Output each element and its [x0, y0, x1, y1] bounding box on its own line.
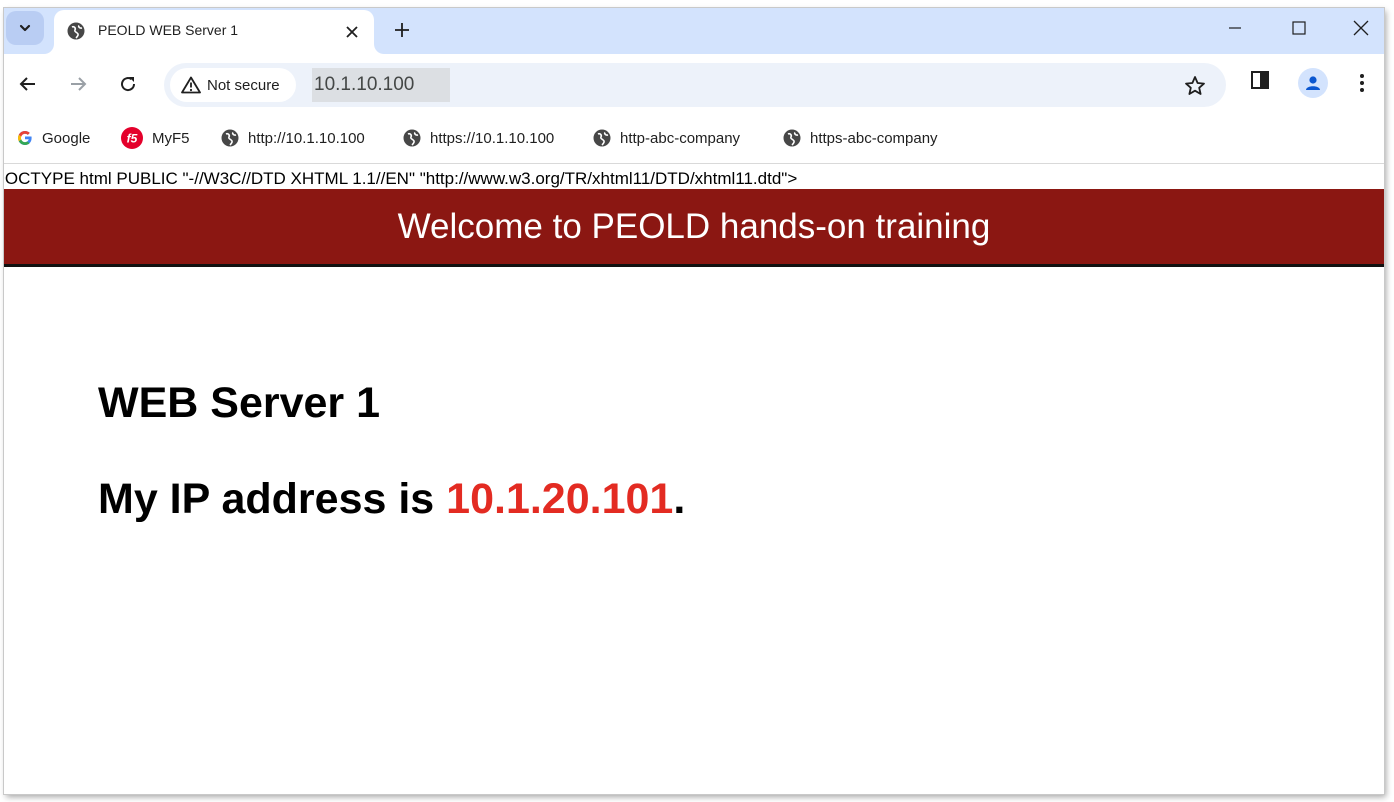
- bookmark-https-ip[interactable]: https://10.1.10.100: [402, 126, 554, 150]
- bookmark-label: MyF5: [152, 129, 190, 147]
- more-vertical-icon: [1360, 74, 1364, 92]
- svg-text:f5: f5: [127, 132, 138, 146]
- side-panel-icon: [1251, 71, 1269, 89]
- banner-text: Welcome to PEOLD hands-on training: [397, 206, 991, 246]
- profile-button[interactable]: [1298, 68, 1328, 98]
- ip-suffix: .: [673, 475, 686, 523]
- bookmark-http-abc[interactable]: http-abc-company: [592, 126, 740, 150]
- ip-prefix: My IP address is: [98, 475, 447, 523]
- bookmark-star-button[interactable]: [1182, 73, 1208, 99]
- forward-button[interactable]: [62, 68, 94, 100]
- google-icon: [18, 131, 32, 145]
- bookmark-label: https-abc-company: [810, 129, 938, 147]
- warning-icon: [181, 76, 201, 94]
- f5-icon: f5: [121, 127, 143, 149]
- avatar-icon: [1306, 76, 1320, 90]
- tab-active[interactable]: PEOLD WEB Server 1: [54, 10, 374, 54]
- close-icon: [1353, 20, 1369, 36]
- security-chip[interactable]: Not secure: [170, 68, 296, 102]
- globe-icon: [403, 129, 421, 147]
- new-tab-button[interactable]: [388, 16, 416, 44]
- bookmark-label: http://10.1.10.100: [248, 129, 365, 147]
- menu-button[interactable]: [1352, 68, 1372, 98]
- star-icon: [1185, 76, 1205, 95]
- security-label: Not secure: [207, 77, 280, 94]
- minimize-button[interactable]: [1212, 12, 1258, 44]
- welcome-banner: Welcome to PEOLD hands-on training: [4, 189, 1384, 267]
- close-icon: [346, 26, 358, 38]
- side-panel-button[interactable]: [1250, 70, 1270, 95]
- globe-icon: [66, 21, 86, 46]
- arrow-right-icon: [71, 77, 87, 91]
- globe-icon: [221, 129, 239, 147]
- close-window-button[interactable]: [1338, 12, 1384, 44]
- reload-button[interactable]: [112, 68, 144, 100]
- page-content: <!DOCTYPE html PUBLIC "-//W3C//DTD XHTML…: [4, 165, 1384, 794]
- bookmark-label: Google: [42, 129, 91, 147]
- bookmark-myf5[interactable]: f5 MyF5: [120, 126, 190, 150]
- minimize-icon: [1229, 27, 1241, 29]
- ip-value: 10.1.20.101: [446, 475, 674, 523]
- chevron-down-icon: [19, 24, 31, 32]
- tab-close-button[interactable]: [342, 22, 362, 42]
- globe-icon: [783, 129, 801, 147]
- server-heading: WEB Server 1: [98, 379, 381, 427]
- bookmark-https-abc[interactable]: https-abc-company: [782, 126, 938, 150]
- url-text[interactable]: 10.1.10.100: [312, 68, 450, 102]
- browser-window: PEOLD WEB Server 1 Not secure 10.1.10.10…: [4, 8, 1384, 794]
- address-bar[interactable]: Not secure 10.1.10.100: [164, 63, 1226, 107]
- bookmark-google[interactable]: Google: [16, 126, 90, 150]
- maximize-button[interactable]: [1276, 12, 1322, 44]
- arrow-left-icon: [19, 77, 35, 91]
- reload-icon: [121, 77, 136, 92]
- plus-icon: [395, 23, 409, 37]
- bookmarks-bar: Google f5 MyF5 http://10.1.10.100 https:…: [4, 114, 1384, 164]
- tab-strip: PEOLD WEB Server 1: [4, 8, 1384, 54]
- tab-title: PEOLD WEB Server 1: [98, 22, 239, 38]
- back-button[interactable]: [12, 68, 44, 100]
- bookmark-label: http-abc-company: [620, 129, 741, 147]
- bookmark-label: https://10.1.10.100: [430, 129, 555, 147]
- globe-icon: [593, 129, 611, 147]
- doctype-text: <!DOCTYPE html PUBLIC "-//W3C//DTD XHTML…: [4, 169, 798, 188]
- ip-heading: My IP address is 10.1.20.101.: [98, 475, 685, 524]
- tab-search-button[interactable]: [6, 11, 44, 45]
- bookmark-http-ip[interactable]: http://10.1.10.100: [220, 126, 365, 150]
- toolbar: Not secure 10.1.10.100: [4, 54, 1384, 114]
- maximize-icon: [1292, 21, 1306, 35]
